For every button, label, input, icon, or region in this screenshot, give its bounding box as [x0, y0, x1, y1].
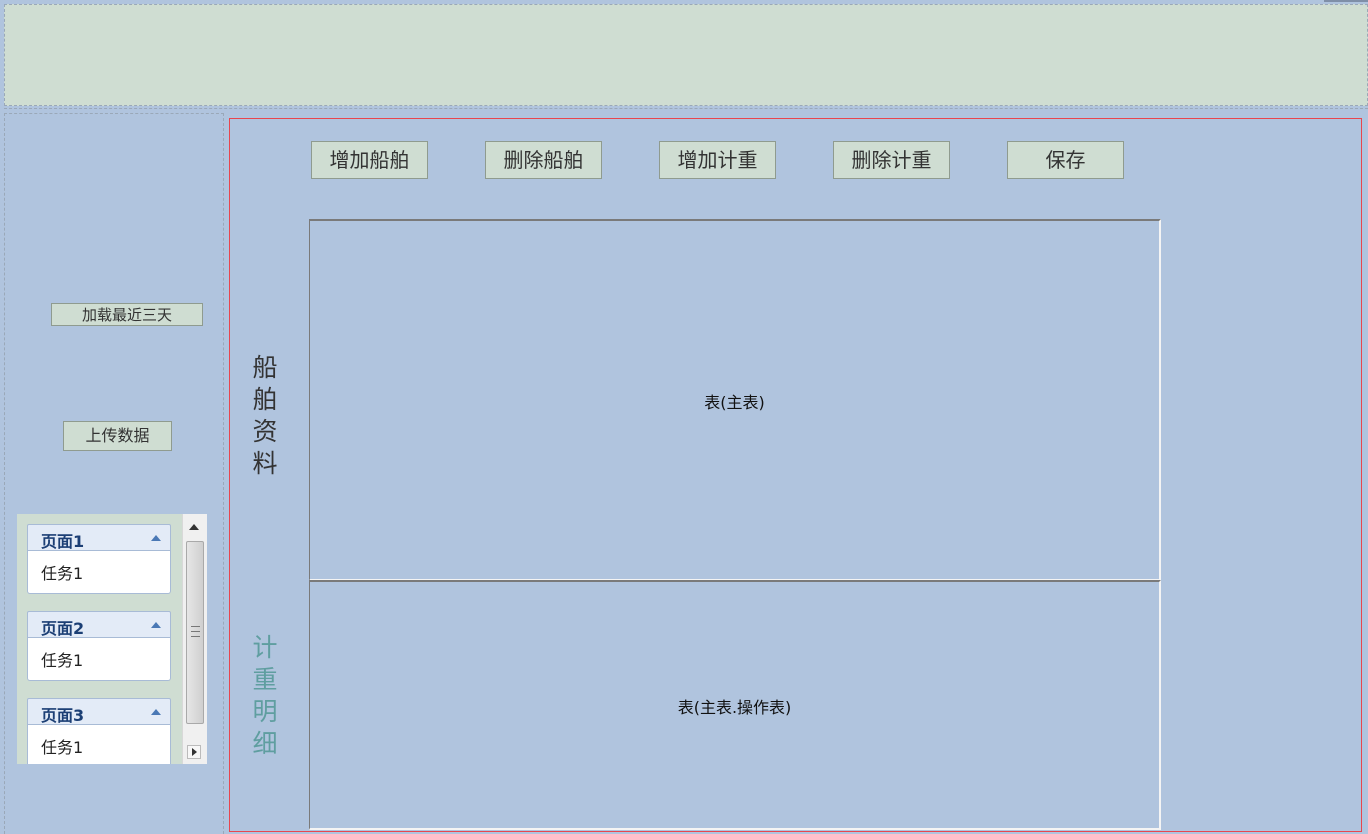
collapse-arrow-icon[interactable] [151, 709, 161, 715]
accordion-body: 任务1 [27, 551, 171, 594]
accordion-header-page2[interactable]: 页面2 [27, 611, 171, 638]
corner-mark [1324, 0, 1368, 2]
accordion-panel-page1: 页面1 任务1 [27, 524, 171, 594]
accordion-title: 页面1 [41, 532, 85, 551]
accordion-title: 页面3 [41, 706, 85, 725]
ship-main-table[interactable]: 表(主表) [309, 219, 1161, 581]
task-item[interactable]: 任务1 [41, 647, 83, 671]
add-weigh-button[interactable]: 增加计重 [659, 141, 776, 179]
accordion-scrollbar[interactable] [182, 514, 207, 764]
task-item[interactable]: 任务1 [41, 560, 83, 584]
page-accordion: 页面1 任务1 页面2 任务1 页面3 任务1 [17, 514, 207, 764]
add-ship-button[interactable]: 增加船舶 [311, 141, 428, 179]
scroll-thumb[interactable] [186, 541, 204, 724]
collapse-arrow-icon[interactable] [151, 622, 161, 628]
save-button[interactable]: 保存 [1007, 141, 1124, 179]
task-item[interactable]: 任务1 [41, 734, 83, 758]
accordion-panel-page2: 页面2 任务1 [27, 611, 171, 681]
accordion-panel-page3: 页面3 任务1 [27, 698, 171, 764]
scroll-up-arrow-icon[interactable] [189, 524, 199, 530]
weigh-detail-table[interactable]: 表(主表.操作表) [309, 580, 1161, 830]
accordion-body: 任务1 [27, 638, 171, 681]
top-banner [4, 4, 1368, 106]
scroll-right-arrow-icon[interactable] [187, 745, 201, 759]
load-recent-three-days-button[interactable]: 加载最近三天 [51, 303, 203, 326]
upload-data-button[interactable]: 上传数据 [63, 421, 172, 451]
collapse-arrow-icon[interactable] [151, 535, 161, 541]
banner-divider [4, 108, 1368, 109]
detail-table-caption: 表(主表.操作表) [677, 698, 792, 717]
accordion-header-page3[interactable]: 页面3 [27, 698, 171, 725]
grip-icon [191, 626, 200, 637]
accordion-body: 任务1 [27, 725, 171, 764]
ship-info-section-label: 船舶资料 [252, 353, 278, 478]
accordion-title: 页面2 [41, 619, 85, 638]
delete-ship-button[interactable]: 删除船舶 [485, 141, 602, 179]
delete-weigh-button[interactable]: 删除计重 [833, 141, 950, 179]
weigh-detail-section-label: 计重明细 [252, 633, 278, 758]
accordion-header-page1[interactable]: 页面1 [27, 524, 171, 551]
main-table-caption: 表(主表) [704, 393, 765, 412]
